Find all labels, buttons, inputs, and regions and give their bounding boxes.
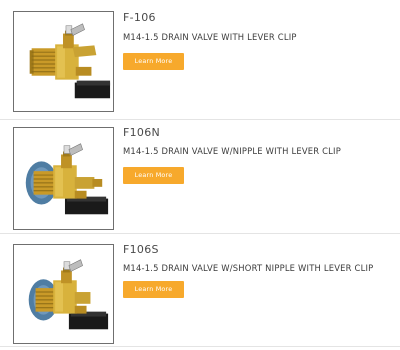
divider [0, 346, 400, 347]
product-sku[interactable]: F106S [123, 243, 159, 256]
drain-valve-image-icon [29, 23, 111, 99]
learn-more-button[interactable]: Learn More [123, 167, 184, 184]
product-image[interactable] [13, 244, 114, 344]
product-image[interactable] [13, 11, 114, 112]
product-description: M14-1.5 DRAIN VALVE W/SHORT NIPPLE WITH … [123, 263, 374, 273]
product-description: M14-1.5 DRAIN VALVE W/NIPPLE WITH LEVER … [123, 146, 341, 156]
product-card: F-106 M14-1.5 DRAIN VALVE WITH LEVER CLI… [0, 0, 400, 113]
drain-valve-nipple-image-icon [25, 143, 109, 215]
product-sku[interactable]: F106N [123, 126, 160, 139]
product-sku[interactable]: F-106 [123, 11, 156, 24]
drain-valve-short-nipple-image-icon [28, 259, 109, 330]
product-image[interactable] [13, 127, 114, 230]
learn-more-button[interactable]: Learn More [123, 53, 184, 70]
product-card: F106S M14-1.5 DRAIN VALVE W/SHORT NIPPLE… [0, 234, 400, 347]
product-list: F-106 M14-1.5 DRAIN VALVE WITH LEVER CLI… [0, 0, 400, 350]
learn-more-button[interactable]: Learn More [123, 281, 184, 298]
product-description: M14-1.5 DRAIN VALVE WITH LEVER CLIP [123, 32, 297, 42]
product-card: F106N M14-1.5 DRAIN VALVE W/NIPPLE WITH … [0, 117, 400, 230]
